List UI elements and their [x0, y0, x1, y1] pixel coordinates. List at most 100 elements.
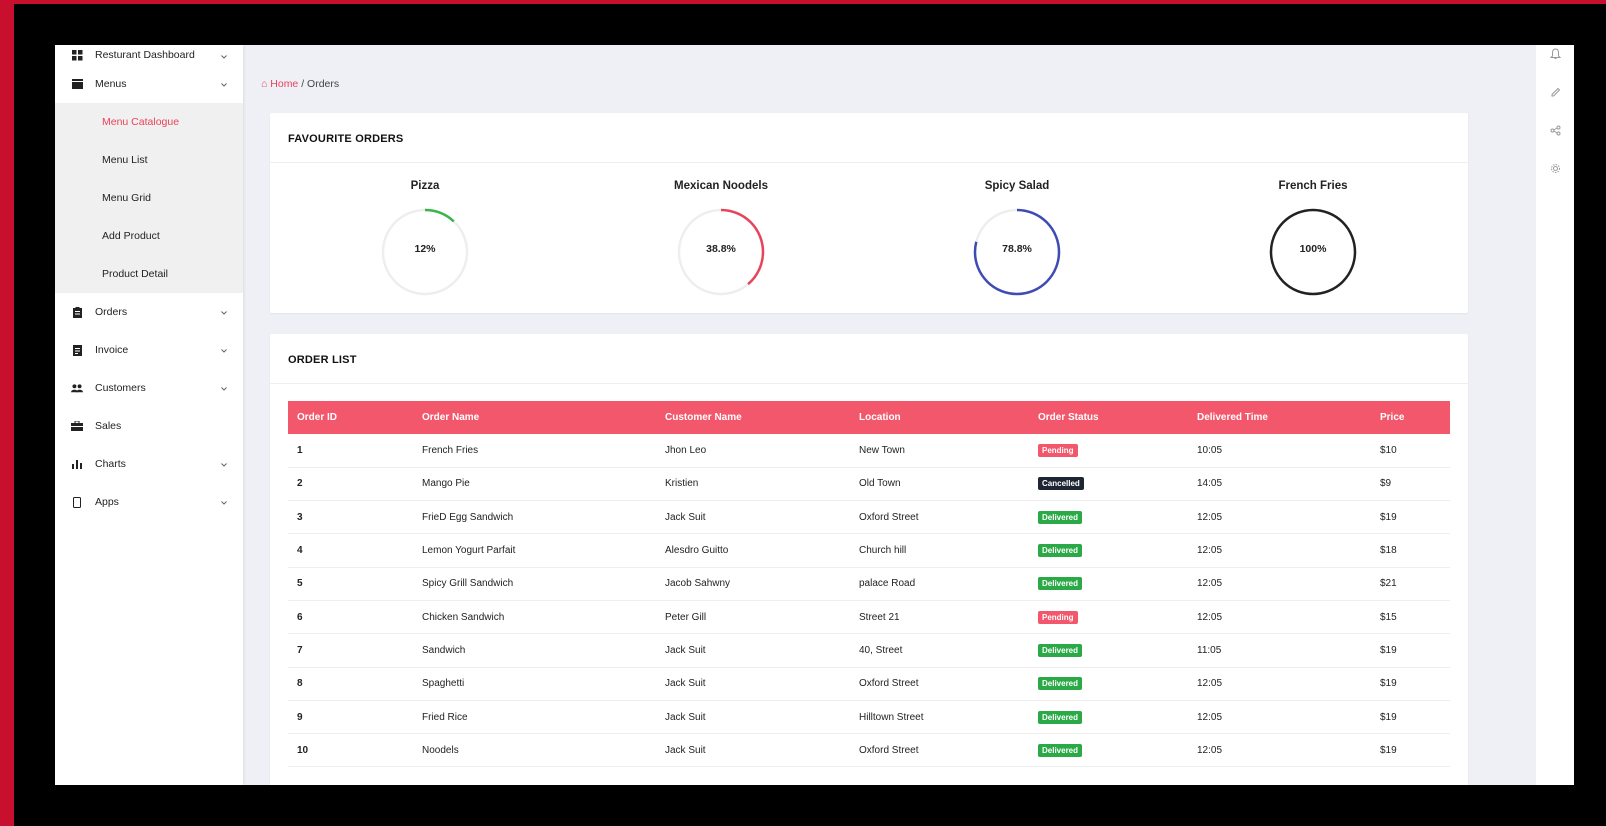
table-row[interactable]: 10 Noodels Jack Suit Oxford Street Delivered… — [288, 733, 1450, 768]
column-header-order-status[interactable]: Order Status — [1029, 401, 1188, 434]
cell-customer-name: Kristien — [656, 467, 850, 502]
column-header-price[interactable]: Price — [1371, 401, 1450, 434]
cell-delivered-time: 12:05 — [1188, 667, 1371, 701]
cell-customer-name: Jack Suit — [656, 733, 850, 768]
favourite-item-mexican-noodels: Mexican Noodels 38.8% — [631, 180, 811, 298]
cell-location: Oxford Street — [850, 733, 1029, 768]
cell-order-id: 6 — [288, 600, 413, 635]
table-row[interactable]: 5 Spicy Grill Sandwich Jacob Sahwny palace … — [288, 567, 1450, 601]
cell-location: 40, Street — [850, 633, 1029, 668]
cell-order-name: Noodels — [413, 733, 656, 768]
cell-customer-name: Jacob Sahwny — [656, 567, 850, 601]
submenu-item-menu-grid[interactable]: Menu Grid — [55, 179, 243, 217]
cell-order-id: 1 — [288, 434, 413, 468]
submenu-item-add-product[interactable]: Add Product — [55, 217, 243, 255]
column-header-order-id[interactable]: Order ID — [288, 401, 413, 434]
chevron-down-icon — [221, 345, 227, 355]
status-badge: Pending — [1038, 443, 1078, 457]
table-row[interactable]: 3 FrieD Egg Sandwich Jack Suit Oxford Stree… — [288, 500, 1450, 535]
column-header-location[interactable]: Location — [850, 401, 1029, 434]
status-cell: Pending — [1029, 434, 1188, 468]
menu-book-icon — [71, 78, 83, 90]
sidebar-item-sales[interactable]: Sales — [55, 407, 243, 445]
clipboard-icon — [71, 306, 83, 318]
cell-delivered-time: 12:05 — [1188, 533, 1371, 568]
cell-delivered-time: 12:05 — [1188, 500, 1371, 535]
submenu-item-menu-list[interactable]: Menu List — [55, 141, 243, 179]
table-row[interactable]: 4 Lemon Yogurt Parfait Alesdro Guitto Churc… — [288, 533, 1450, 568]
cell-price: $19 — [1371, 700, 1450, 735]
bell-icon[interactable] — [1548, 47, 1562, 61]
breadcrumb-home-label: Home — [270, 78, 299, 90]
cell-customer-name: Peter Gill — [656, 600, 850, 635]
sidebar-item-invoice[interactable]: Invoice — [55, 331, 243, 369]
table-row[interactable]: 8 Spaghetti Jack Suit Oxford Street Delivere… — [288, 667, 1450, 701]
submenu-item-menu-catalogue[interactable]: Menu Catalogue — [55, 103, 243, 141]
cell-order-id: 7 — [288, 633, 413, 668]
cell-order-name: Spicy Grill Sandwich — [413, 567, 656, 601]
sidebar-item-customers[interactable]: Customers — [55, 369, 243, 407]
divider — [270, 162, 1468, 163]
gear-icon[interactable] — [1548, 161, 1562, 175]
sidebar-item-resturant-dashboard[interactable]: Resturant Dashboard — [55, 45, 243, 65]
cell-price: $19 — [1371, 733, 1450, 768]
table-row[interactable]: 6 Chicken Sandwich Peter Gill Street 21 Pend… — [288, 600, 1450, 635]
cell-order-id: 10 — [288, 733, 413, 768]
sidebar-item-label: Menus — [95, 78, 127, 90]
sidebar-item-menus[interactable]: Menus — [55, 65, 243, 103]
table-row[interactable]: 1 French Fries Jhon Leo New Town Pending 10:0… — [288, 434, 1450, 468]
cell-delivered-time: 12:05 — [1188, 733, 1371, 768]
share-icon[interactable] — [1548, 123, 1562, 137]
cell-order-name: Sandwich — [413, 633, 656, 668]
sidebar-item-apps[interactable]: Apps — [55, 483, 243, 521]
card-title: ORDER LIST — [288, 354, 357, 366]
breadcrumb-separator: / — [301, 78, 305, 90]
chevron-down-icon — [221, 79, 227, 89]
table-header-row: Order ID Order Name Customer Name Location O… — [288, 401, 1450, 434]
chevron-down-icon — [221, 459, 227, 469]
cell-delivered-time: 12:05 — [1188, 600, 1371, 635]
order-table: Order ID Order Name Customer Name Location O… — [288, 401, 1450, 768]
favourite-percent: 38.8% — [706, 243, 736, 255]
sidebar-item-charts[interactable]: Charts — [55, 445, 243, 483]
pencil-icon[interactable] — [1548, 85, 1562, 99]
cell-delivered-time: 12:05 — [1188, 700, 1371, 735]
status-cell: Delivered — [1029, 667, 1188, 701]
briefcase-icon — [71, 420, 83, 432]
progress-ring: 100% — [1267, 206, 1359, 298]
cell-location: Oxford Street — [850, 667, 1029, 701]
table-row[interactable]: 9 Fried Rice Jack Suit Hilltown Street Deliv… — [288, 700, 1450, 735]
status-badge: Delivered — [1038, 577, 1083, 591]
favourite-name: French Fries — [1278, 180, 1348, 192]
status-badge: Delivered — [1038, 510, 1083, 524]
table-row[interactable]: 7 Sandwich Jack Suit 40, Street Delivered 11:… — [288, 633, 1450, 668]
dashboard-icon — [71, 49, 83, 61]
table-row[interactable]: 2 Mango Pie Kristien Old Town Cancelled 14:05… — [288, 467, 1450, 502]
status-badge: Delivered — [1038, 677, 1083, 691]
cell-customer-name: Jack Suit — [656, 500, 850, 535]
status-cell: Cancelled — [1029, 467, 1188, 502]
cell-order-name: Fried Rice — [413, 700, 656, 735]
cell-order-id: 4 — [288, 533, 413, 568]
favourite-item-pizza: Pizza 12% — [335, 180, 515, 298]
column-header-customer-name[interactable]: Customer Name — [656, 401, 850, 434]
chevron-down-icon — [221, 383, 227, 393]
app-window: Resturant Dashboard Menus Menu Catalogue M… — [55, 45, 1574, 785]
favourite-percent: 78.8% — [1002, 243, 1032, 255]
cell-customer-name: Jack Suit — [656, 633, 850, 668]
progress-ring: 12% — [379, 206, 471, 298]
cell-price: $18 — [1371, 533, 1450, 568]
favourite-item-french-fries: French Fries 100% — [1223, 180, 1403, 298]
breadcrumb-home[interactable]: ⌂ Home — [261, 78, 298, 90]
status-cell: Delivered — [1029, 533, 1188, 568]
cell-location: Hilltown Street — [850, 700, 1029, 735]
sidebar-item-label: Invoice — [95, 344, 129, 356]
column-header-delivered-time[interactable]: Delivered Time — [1188, 401, 1371, 434]
sidebar-item-orders[interactable]: Orders — [55, 293, 243, 331]
document-icon — [71, 344, 83, 356]
cell-order-name: Chicken Sandwich — [413, 600, 656, 635]
cell-order-id: 2 — [288, 467, 413, 502]
cell-order-name: Mango Pie — [413, 467, 656, 502]
column-header-order-name[interactable]: Order Name — [413, 401, 656, 434]
submenu-item-product-detail[interactable]: Product Detail — [55, 255, 243, 293]
